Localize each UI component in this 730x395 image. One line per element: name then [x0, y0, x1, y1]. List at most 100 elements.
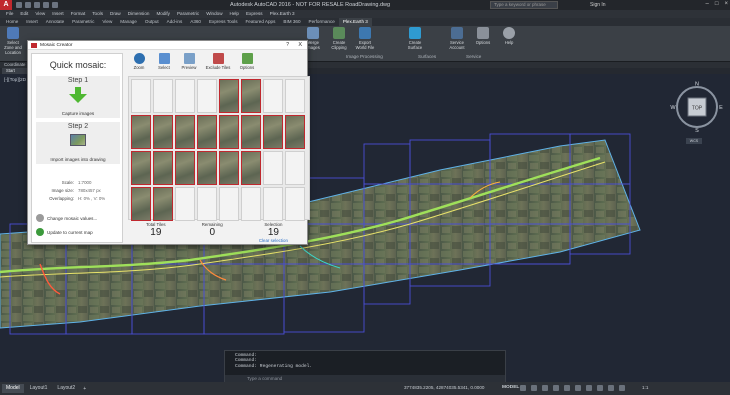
- mosaic-tile[interactable]: [263, 151, 283, 185]
- app-menu-button[interactable]: A: [0, 0, 12, 10]
- redo-icon[interactable]: [52, 2, 58, 8]
- mosaic-tile[interactable]: [131, 151, 151, 185]
- search-input[interactable]: Type a keyword or phrase: [490, 1, 558, 9]
- polar-icon[interactable]: [553, 385, 559, 391]
- step2-import-button[interactable]: Step 2 Import images into drawing: [36, 122, 120, 164]
- mosaic-tile[interactable]: [285, 115, 305, 149]
- change-mosaic-values-link[interactable]: Change mosaic values...: [36, 214, 97, 222]
- menu-item[interactable]: Modify: [156, 10, 170, 18]
- help-button[interactable]: Help: [498, 27, 520, 50]
- tile-grid[interactable]: [128, 76, 310, 221]
- mosaic-tile[interactable]: [241, 187, 261, 221]
- tab-annotate[interactable]: Annotate: [42, 18, 68, 26]
- mosaic-tile[interactable]: [175, 115, 195, 149]
- workspace-icon[interactable]: [619, 385, 625, 391]
- tab-featured-apps[interactable]: Featured Apps: [242, 18, 280, 26]
- clear-selection-link[interactable]: Clear selection: [259, 238, 288, 243]
- grid-icon[interactable]: [520, 385, 526, 391]
- zoom-button[interactable]: Zoom: [130, 53, 148, 75]
- mosaic-tile[interactable]: [175, 187, 195, 221]
- menu-item[interactable]: Help: [230, 10, 239, 18]
- mosaic-tile[interactable]: [153, 151, 173, 185]
- sign-in-button[interactable]: Sign In: [590, 2, 606, 8]
- mosaic-tile[interactable]: [197, 79, 217, 113]
- save-icon[interactable]: [34, 2, 40, 8]
- menu-item[interactable]: Draw: [110, 10, 121, 18]
- add-layout-icon[interactable]: +: [83, 386, 86, 392]
- mosaic-tile[interactable]: [241, 115, 261, 149]
- mosaic-tile[interactable]: [131, 115, 151, 149]
- mosaic-tile[interactable]: [241, 79, 261, 113]
- maximize-icon[interactable]: □: [715, 1, 719, 7]
- options-button[interactable]: Options: [472, 27, 494, 50]
- mosaic-tile[interactable]: [131, 79, 151, 113]
- mosaic-tile[interactable]: [219, 79, 239, 113]
- menu-item[interactable]: File: [6, 10, 13, 18]
- mosaic-tile[interactable]: [175, 151, 195, 185]
- mosaic-tile[interactable]: [219, 115, 239, 149]
- menu-item[interactable]: Insert: [52, 10, 64, 18]
- snap-icon[interactable]: [531, 385, 537, 391]
- tab-bim360[interactable]: BIM 360: [279, 18, 304, 26]
- create-surface-button[interactable]: Create Surface: [404, 27, 426, 50]
- tab-addins[interactable]: Add-ins: [163, 18, 187, 26]
- mosaic-tile[interactable]: [263, 187, 283, 221]
- dialog-title-bar[interactable]: Mosaic Creator ? X: [28, 41, 307, 50]
- mosaic-tile[interactable]: [153, 187, 173, 221]
- annotation-scale[interactable]: 1:1: [642, 385, 648, 390]
- tab-layout2[interactable]: Layout2: [53, 384, 79, 393]
- menu-item[interactable]: Parametric: [177, 10, 199, 18]
- lineweight-icon[interactable]: [575, 385, 581, 391]
- open-icon[interactable]: [25, 2, 31, 8]
- compass-south[interactable]: S: [695, 128, 699, 134]
- tab-a360[interactable]: A360: [186, 18, 205, 26]
- close-icon[interactable]: ×: [724, 1, 728, 7]
- menu-item[interactable]: Dimension: [128, 10, 150, 18]
- menu-item[interactable]: Tools: [92, 10, 103, 18]
- select-button[interactable]: Select: [155, 53, 173, 75]
- tab-insert[interactable]: Insert: [22, 18, 42, 26]
- mosaic-tile[interactable]: [241, 151, 261, 185]
- close-icon[interactable]: X: [298, 41, 302, 50]
- tab-manage[interactable]: Manage: [116, 18, 141, 26]
- osnap-icon[interactable]: [564, 385, 570, 391]
- mosaic-tile[interactable]: [153, 115, 173, 149]
- minimize-icon[interactable]: –: [706, 1, 709, 7]
- tab-parametric[interactable]: Parametric: [68, 18, 98, 26]
- mosaic-tile[interactable]: [285, 187, 305, 221]
- create-clipping-button[interactable]: Create Clipping: [328, 27, 350, 50]
- mosaic-tile[interactable]: [263, 115, 283, 149]
- tab-performance[interactable]: Performance: [305, 18, 339, 26]
- model-space-toggle[interactable]: MODEL: [502, 385, 519, 390]
- wcs-menu[interactable]: WCS: [686, 138, 702, 144]
- viewcube[interactable]: TOP N S E W: [670, 80, 724, 135]
- viewcube-top-face[interactable]: TOP: [692, 106, 703, 112]
- preview-button[interactable]: Preview: [180, 53, 198, 75]
- mosaic-tile[interactable]: [263, 79, 283, 113]
- selection-cycling-icon[interactable]: [597, 385, 603, 391]
- mosaic-tile[interactable]: [175, 79, 195, 113]
- update-to-current-map-link[interactable]: Update to current map: [36, 228, 93, 236]
- export-world-file-button[interactable]: Export World File: [354, 27, 376, 50]
- mosaic-tile[interactable]: [219, 187, 239, 221]
- menu-item[interactable]: Plex.Earth 3: [270, 10, 295, 18]
- tab-view[interactable]: View: [98, 18, 116, 26]
- mosaic-tile[interactable]: [197, 115, 217, 149]
- mosaic-tile[interactable]: [153, 79, 173, 113]
- compass-north[interactable]: N: [695, 82, 699, 88]
- new-icon[interactable]: [16, 2, 22, 8]
- ortho-icon[interactable]: [542, 385, 548, 391]
- compass-east[interactable]: E: [719, 105, 723, 111]
- menu-item[interactable]: View: [35, 10, 45, 18]
- service-account-button[interactable]: Service Account: [446, 27, 468, 50]
- mosaic-tile[interactable]: [197, 187, 217, 221]
- options-button[interactable]: Options: [238, 53, 256, 75]
- undo-icon[interactable]: [43, 2, 49, 8]
- menu-item[interactable]: Format: [71, 10, 86, 18]
- mosaic-tile[interactable]: [285, 79, 305, 113]
- menu-item[interactable]: Edit: [20, 10, 28, 18]
- tab-plex-earth[interactable]: Plex.Earth 3: [338, 18, 372, 26]
- tab-home[interactable]: Home: [2, 18, 22, 26]
- step1-capture-button[interactable]: Step 1 Capture images: [36, 76, 120, 118]
- mosaic-tile[interactable]: [285, 151, 305, 185]
